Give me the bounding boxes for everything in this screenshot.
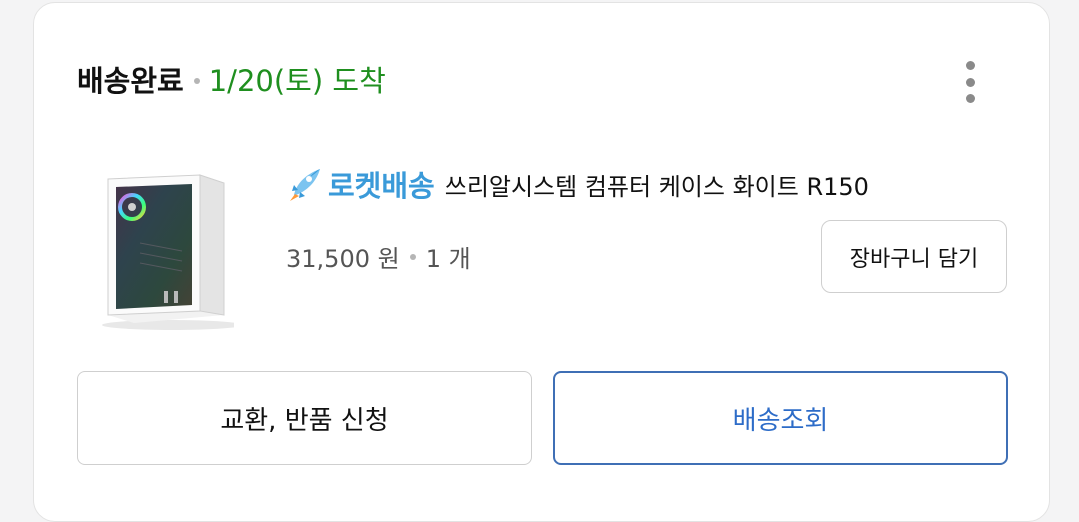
arrival-date: 1/20(토) 도착 [208, 64, 386, 98]
track-delivery-button[interactable]: 배송조회 [553, 371, 1008, 465]
product-quantity: 1 개 [425, 245, 471, 273]
rocket-delivery-badge: 로켓배송 [328, 169, 435, 203]
more-vertical-icon[interactable] [954, 59, 986, 105]
product-price: 31,500 원 [286, 245, 400, 273]
product-name[interactable]: 쓰리알시스템 컴퓨터 케이스 화이트 R150 [445, 167, 869, 202]
product-thumbnail[interactable] [90, 155, 234, 335]
return-exchange-button[interactable]: 교환, 반품 신청 [77, 371, 532, 465]
separator-dot [193, 78, 200, 84]
separator-dot [409, 253, 416, 260]
price-row: 31,500 원 1 개 [286, 239, 471, 274]
status-label: 배송완료 [77, 64, 184, 98]
order-card: 배송완료 1/20(토) 도착 로켓배송 쓰리알시스템 컴퓨터 케이스 화이트 … [33, 2, 1050, 522]
rocket-icon [290, 169, 320, 201]
product-title-row[interactable]: 로켓배송 쓰리알시스템 컴퓨터 케이스 화이트 R150 [286, 163, 869, 205]
delivery-status: 배송완료 1/20(토) 도착 [77, 61, 386, 101]
add-to-cart-button[interactable]: 장바구니 담기 [821, 220, 1007, 293]
